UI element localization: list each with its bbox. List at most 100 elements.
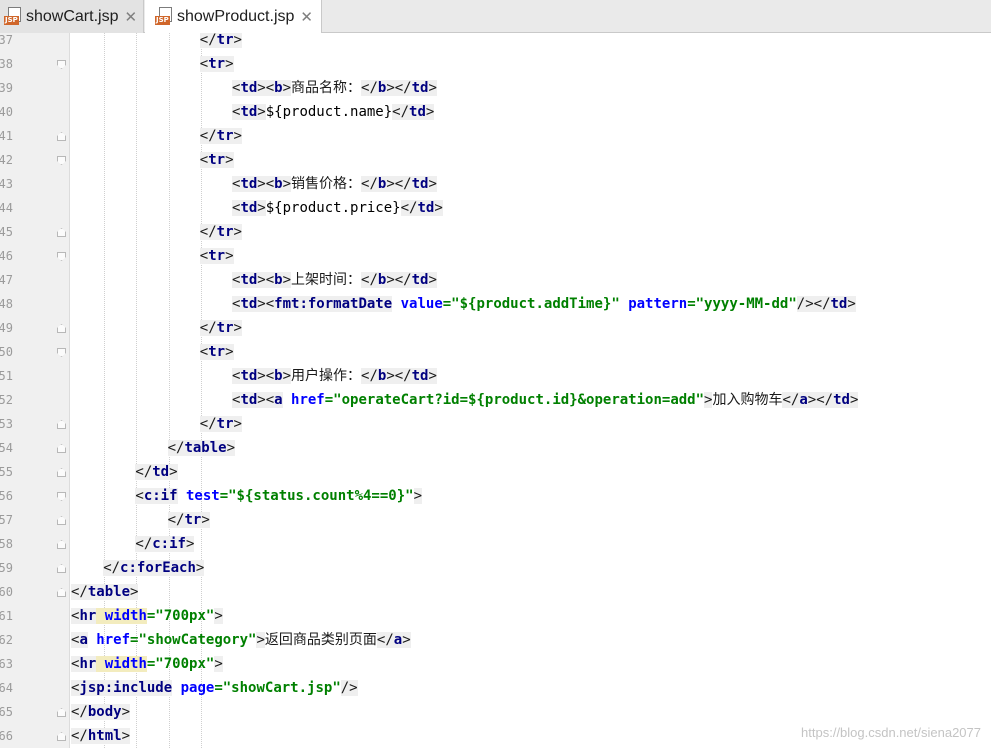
line-number: 49 (0, 321, 13, 335)
line-number: 65 (0, 705, 13, 719)
fold-open-icon[interactable] (57, 348, 66, 357)
line-number: 59 (0, 561, 13, 575)
code-token: tr (216, 224, 234, 240)
close-icon[interactable]: ✕ (124, 8, 137, 26)
code-token: fmt:formatDate (274, 296, 393, 312)
jsp-file-icon: JSP (155, 7, 173, 27)
code-token: ></ (807, 392, 834, 408)
code-line[interactable]: <td><a href="operateCart?id=${product.id… (232, 388, 859, 412)
fold-close-icon[interactable] (57, 324, 66, 333)
fold-open-icon[interactable] (57, 60, 66, 69)
fold-open-icon[interactable] (57, 252, 66, 261)
code-token: > (226, 440, 236, 456)
code-line[interactable]: </tr> (199, 316, 242, 340)
code-token: b (274, 80, 283, 96)
code-token: /></ (796, 296, 831, 312)
code-line[interactable]: <a href="showCategory">返回商品类别页面</a> (71, 628, 411, 652)
code-line[interactable]: </html> (71, 724, 131, 748)
code-line[interactable]: </td> (135, 460, 178, 484)
code-line[interactable]: </tr> (199, 412, 242, 436)
fold-close-icon[interactable] (57, 420, 66, 429)
code-token: </ (135, 464, 153, 480)
line-number: 55 (0, 465, 13, 479)
code-token: html (87, 728, 122, 744)
code-line[interactable]: <td><b>上架时间：</b></td> (232, 268, 437, 292)
code-token: </ (167, 512, 185, 528)
code-token: > (225, 56, 234, 72)
code-token: ="${product.addTime}" (442, 296, 620, 312)
fold-close-icon[interactable] (57, 708, 66, 717)
code-token: a (799, 392, 808, 408)
close-icon[interactable]: ✕ (300, 8, 313, 26)
code-line[interactable]: <tr> (199, 340, 234, 364)
fold-close-icon[interactable] (57, 540, 66, 549)
code-line[interactable]: <hr width="700px"> (71, 604, 223, 628)
code-token: </ (361, 368, 378, 384)
code-line[interactable]: <tr> (199, 52, 234, 76)
code-token: > (121, 728, 131, 744)
fold-open-icon[interactable] (57, 156, 66, 165)
fold-close-icon[interactable] (57, 732, 66, 741)
fold-close-icon[interactable] (57, 564, 66, 573)
code-line[interactable]: <td>${product.price}</td> (232, 196, 443, 220)
code-line[interactable]: </c:if> (135, 532, 195, 556)
code-line[interactable]: <td><fmt:formatDate value="${product.add… (232, 292, 856, 316)
fold-close-icon[interactable] (57, 444, 66, 453)
code-token: > (233, 416, 242, 432)
code-token: </ (199, 128, 217, 144)
fold-close-icon[interactable] (57, 588, 66, 597)
fold-close-icon[interactable] (57, 516, 66, 525)
code-token: ="700px" (146, 608, 215, 624)
code-line[interactable]: <jsp:include page="showCart.jsp"/> (71, 676, 358, 700)
code-line[interactable]: <c:if test="${status.count%4==0}"> (135, 484, 423, 508)
code-token: ${product.name} (265, 104, 393, 120)
code-token: </ (392, 104, 410, 120)
code-line[interactable]: </table> (71, 580, 139, 604)
code-token: > (130, 584, 139, 600)
code-line[interactable]: </tr> (199, 220, 242, 244)
code-line[interactable]: </table> (167, 436, 236, 460)
code-line[interactable]: <hr width="700px"> (71, 652, 223, 676)
tab-showproduct[interactable]: JSP showProduct.jsp ✕ (145, 0, 322, 34)
code-line[interactable]: <td><b>销售价格：</b></td> (232, 172, 437, 196)
code-line[interactable]: <tr> (199, 244, 234, 268)
fold-close-icon[interactable] (57, 132, 66, 141)
code-token: test (177, 488, 220, 504)
tab-showcart[interactable]: JSP showCart.jsp ✕ (0, 0, 144, 33)
line-number: 53 (0, 417, 13, 431)
code-token: </ (361, 272, 378, 288)
code-token: td (830, 296, 848, 312)
code-token: </ (782, 392, 800, 408)
line-number: 47 (0, 273, 13, 287)
code-line[interactable]: <td>${product.name}</td> (232, 100, 435, 124)
line-number: 46 (0, 249, 13, 263)
code-line[interactable]: </tr> (167, 508, 210, 532)
code-line[interactable]: </body> (71, 700, 131, 724)
code-line[interactable]: </tr> (199, 33, 242, 52)
code-line[interactable]: </tr> (199, 124, 242, 148)
code-token: ="operateCart?id=${product.id}&operation… (324, 392, 705, 408)
code-line[interactable]: <tr> (199, 148, 234, 172)
code-token: > (425, 104, 435, 120)
line-number: 40 (0, 105, 13, 119)
code-token: ></ (386, 176, 412, 192)
code-token: >< (257, 272, 275, 288)
fold-close-icon[interactable] (57, 228, 66, 237)
code-token: td (411, 80, 429, 96)
code-token: ="${status.count%4==0}" (219, 488, 414, 504)
fold-close-icon[interactable] (57, 468, 66, 477)
line-number: 44 (0, 201, 13, 215)
code-token: > (428, 80, 437, 96)
code-editor[interactable]: 37 38 39 40 41 42 43 44 45 46 47 48 49 50 51 52 53 54 55 56… (0, 33, 991, 748)
code-token: < (135, 488, 144, 504)
code-token: tr (208, 152, 226, 168)
code-token: td (409, 104, 426, 120)
code-line[interactable]: <td><b>用户操作：</b></td> (232, 364, 437, 388)
fold-open-icon[interactable] (57, 492, 66, 501)
code-token: td (411, 176, 429, 192)
code-line[interactable]: </c:forEach> (103, 556, 205, 580)
code-line[interactable]: <td><b>商品名称：</b></td> (232, 76, 437, 100)
code-token: </ (135, 536, 153, 552)
code-token: 销售价格： (291, 176, 362, 192)
code-token: > (225, 344, 234, 360)
